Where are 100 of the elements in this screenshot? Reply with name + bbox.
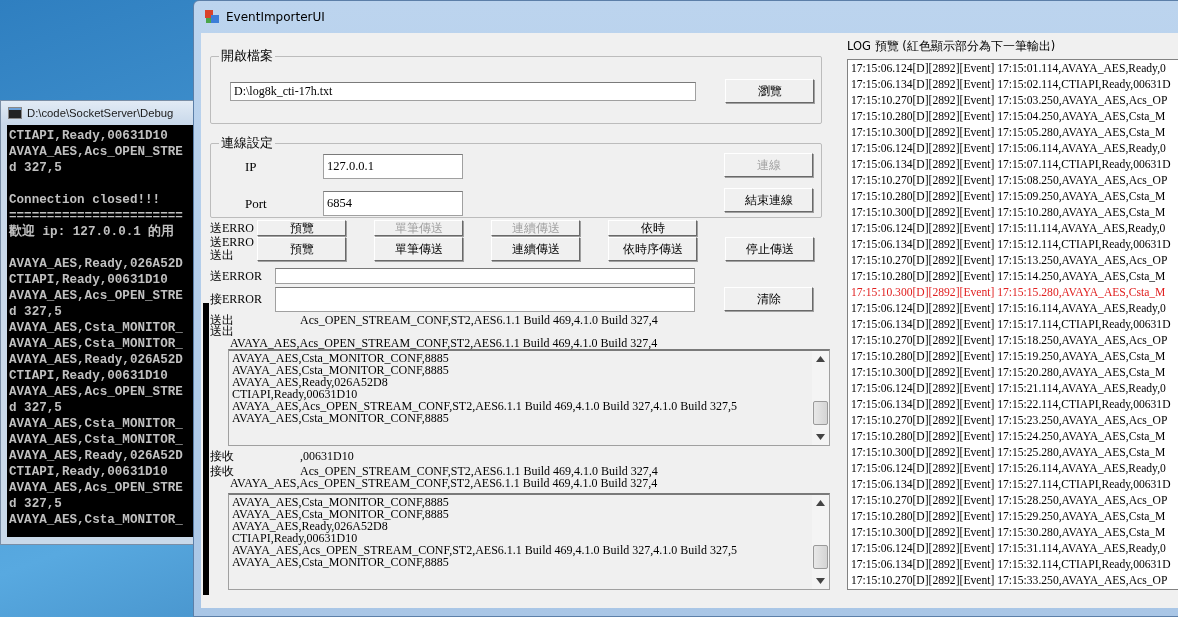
log-label: 送出 [210,249,235,262]
scroll-down-icon[interactable] [816,434,825,440]
list-line: AVAYA_AES,Csta_MONITOR_CONF,8885 [232,352,450,364]
log-entry: 17:15:06.134[D][2892][Event] 17:15:07.114,CTIAPI,Ready,00631D [851,157,1171,173]
log-entry: 17:15:06.134[D][2892][Event] 17:15:27.114,CTIAPI,Ready,00631D [851,477,1171,493]
log-preview-list[interactable] [847,59,1178,590]
log-entry: 17:15:10.300[D][2892][Event] 17:15:25.280,AVAYA_AES,Csta_M [851,445,1166,461]
ghost-button[interactable]: 依時 [608,220,697,236]
send-button[interactable]: 連續傳送 [491,237,580,261]
status-field[interactable] [275,268,695,284]
scroll-thumb[interactable] [813,545,828,569]
scrollbar[interactable] [812,351,829,445]
log-entry: 17:15:06.124[D][2892][Event] 17:15:21.114,AVAYA_AES,Ready,0 [851,381,1166,397]
log-line: AVAYA_AES,Acs_OPEN_STREAM_CONF,ST2,AES6.1.1 Build 469,4.1.0 Build 327,4 [230,337,658,349]
log-entry: 17:15:06.124[D][2892][Event] 17:15:01.114,AVAYA_AES,Ready,0 [851,61,1166,77]
log-label: 接ERROR [210,291,263,307]
log-entry: 17:15:06.124[D][2892][Event] 17:15:06.114,AVAYA_AES,Ready,0 [851,141,1166,157]
send-button[interactable]: 單筆傳送 [374,237,463,261]
console-line: Connection closed!!! [9,192,161,208]
ip-field[interactable]: 127.0.0.1 [323,154,463,179]
list-line: AVAYA_AES,Csta_MONITOR_CONF,8885 [232,556,449,568]
receive-list[interactable] [228,493,830,590]
clear-button[interactable]: 清除 [724,287,813,311]
console-line: AVAYA_AES,Acs_OPEN_STRE [9,144,183,160]
log-entry: 17:15:10.280[D][2892][Event] 17:15:04.250,AVAYA_AES,Csta_M [851,109,1166,125]
scrollbar[interactable] [812,495,829,589]
scroll-thumb[interactable] [813,401,828,425]
log-label: 送ERRO [210,220,255,236]
browse-button[interactable]: 瀏覽 [725,79,814,103]
send-button[interactable]: 依時序傳送 [608,237,697,261]
log-entry: 17:15:10.270[D][2892][Event] 17:15:13.250,AVAYA_AES,Acs_OP [851,253,1168,269]
console-line: AVAYA_AES,Acs_OPEN_STRE [9,480,183,496]
send-button[interactable]: 停止傳送 [725,237,814,261]
console-line: d 327,5 [9,400,62,416]
console-line: CTIAPI,Ready,00631D10 [9,272,168,288]
ghost-button[interactable]: 預覽 [257,220,346,236]
log-entry: 17:15:06.124[D][2892][Event] 17:15:11.114,AVAYA_AES,Ready,0 [851,221,1166,237]
scroll-down-icon[interactable] [816,578,825,584]
list-line: AVAYA_AES,Csta_MONITOR_CONF,8885 [232,496,450,508]
ip-label: IP [244,158,258,175]
log-label: 送ERRO [210,236,255,249]
log-entry: 17:15:10.270[D][2892][Event] 17:15:23.250,AVAYA_AES,Acs_OP [851,413,1168,429]
log-entry: 17:15:06.134[D][2892][Event] 17:15:22.114,CTIAPI,Ready,00631D [851,397,1171,413]
console-line: AVAYA_AES,Ready,026A52D [9,448,183,464]
list-line: AVAYA_AES,Csta_MONITOR_CONF,8885 [232,508,450,520]
console-line: AVAYA_AES,Ready,026A52D [9,352,183,368]
log-entry: 17:15:10.280[D][2892][Event] 17:15:19.250,AVAYA_AES,Csta_M [851,349,1166,365]
send-button[interactable]: 預覽 [257,237,346,261]
console-line: CTIAPI,Ready,00631D10 [9,368,168,384]
console-line: CTIAPI,Ready,00631D10 [9,464,168,480]
file-path-field[interactable]: D:\log8k_cti-17h.txt [230,81,696,101]
list-line: AVAYA_AES,Acs_OPEN_STREAM_CONF,ST2,AES6.1.1 Build 469,4.1.0 Build 327,4.1.0 Build 327,5 [232,400,738,412]
list-line: AVAYA_AES,Csta_MONITOR_CONF,8885 [232,412,449,424]
console-line: d 327,5 [9,160,62,176]
status-field[interactable] [275,286,695,312]
log-preview-title: LOG 預覽 (紅色顯示部分為下一筆輸出) [847,39,1057,55]
console-line: d 327,5 [9,304,62,320]
console-title: D:\code\SocketServer\Debug [27,107,174,119]
port-field[interactable]: 6854 [323,191,463,216]
log-entry: 17:15:06.134[D][2892][Event] 17:15:12.114,CTIAPI,Ready,00631D [851,237,1171,253]
console-line: CTIAPI,Ready,00631D10 [9,128,168,144]
log-entry: 17:15:10.300[D][2892][Event] 17:15:20.280,AVAYA_AES,Csta_M [851,365,1166,381]
log-label: 送出 [210,314,235,326]
connection-button[interactable]: 結束連線 [724,188,813,212]
group-label: 開啟檔案 [220,47,274,65]
list-line: AVAYA_AES,Csta_MONITOR_CONF,8885 [232,364,450,376]
log-entry: 17:15:06.124[D][2892][Event] 17:15:16.114,AVAYA_AES,Ready,0 [851,301,1166,317]
log-label: 送ERROR [210,268,263,284]
log-line: Acs_OPEN_STREAM_CONF,ST2,AES6.1.1 Build 469,4.1.0 Build 327,4 [300,314,658,326]
log-entry: 17:15:10.300[D][2892][Event] 17:15:15.280,AVAYA_AES,Csta_M [851,285,1166,301]
log-entry: 17:15:10.300[D][2892][Event] 17:15:05.280,AVAYA_AES,Csta_M [851,125,1166,141]
app-icon [204,9,220,25]
port-label: Port [244,195,268,212]
log-entry: 17:15:06.124[D][2892][Event] 17:15:26.114,AVAYA_AES,Ready,0 [851,461,1166,477]
log-entry: 17:15:10.280[D][2892][Event] 17:15:09.250,AVAYA_AES,Csta_M [851,189,1166,205]
console-line: ======================= [9,208,183,223]
console-line: d 327,5 [9,496,62,512]
console-line: AVAYA_AES,Csta_MONITOR_ [9,416,183,432]
log-entry: 17:15:06.134[D][2892][Event] 17:15:17.114,CTIAPI,Ready,00631D [851,317,1171,333]
scroll-up-icon[interactable] [816,500,825,506]
log-entry: 17:15:10.280[D][2892][Event] 17:15:14.250,AVAYA_AES,Csta_M [851,269,1166,285]
console-line: AVAYA_AES,Csta_MONITOR_ [9,512,183,528]
group-label: 連線設定 [220,134,274,152]
log-line: AVAYA_AES,Acs_OPEN_STREAM_CONF,ST2,AES6.1.1 Build 469,4.1.0 Build 327,4 [230,477,658,489]
send-list[interactable] [228,349,830,446]
console-line: AVAYA_AES,Csta_MONITOR_ [9,336,183,352]
log-label: 接收 [210,450,235,462]
log-entry: 17:15:10.280[D][2892][Event] 17:15:29.250,AVAYA_AES,Csta_M [851,509,1166,525]
log-label: 送出 [210,325,235,337]
log-entry: 17:15:10.270[D][2892][Event] 17:15:18.250,AVAYA_AES,Acs_OP [851,333,1168,349]
console-line: AVAYA_AES,Csta_MONITOR_ [9,432,183,448]
log-entry: 17:15:10.270[D][2892][Event] 17:15:28.250,AVAYA_AES,Acs_OP [851,493,1168,509]
scroll-up-icon[interactable] [816,356,825,362]
console-icon [8,107,22,119]
list-line: CTIAPI,Ready,00631D10 [232,388,358,400]
log-entry: 17:15:10.300[D][2892][Event] 17:15:10.280,AVAYA_AES,Csta_M [851,205,1166,221]
log-entry: 17:15:10.270[D][2892][Event] 17:15:03.250,AVAYA_AES,Acs_OP [851,93,1168,109]
console-line: AVAYA_AES,Csta_MONITOR_ [9,320,183,336]
log-entry: 17:15:10.300[D][2892][Event] 17:15:30.280,AVAYA_AES,Csta_M [851,525,1166,541]
list-line: AVAYA_AES,Ready,026A52D8 [232,520,388,532]
